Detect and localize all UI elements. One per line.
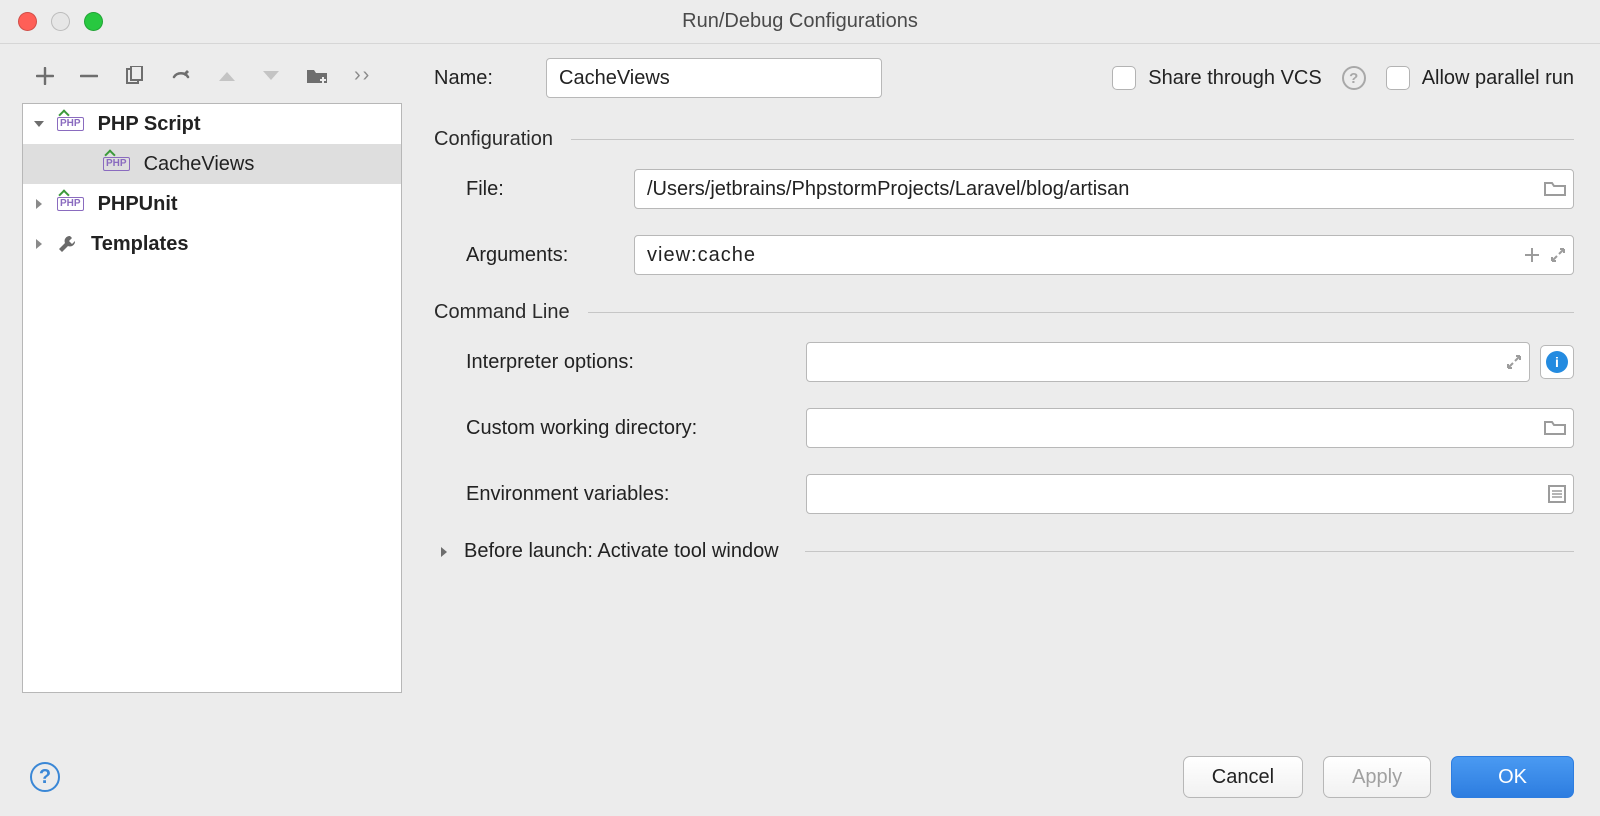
php-icon: PHP (103, 157, 130, 171)
before-launch-label[interactable]: Before launch: Activate tool window (464, 540, 779, 563)
divider (588, 312, 1574, 313)
file-input[interactable] (634, 169, 1574, 209)
name-input[interactable] (546, 58, 882, 98)
file-label: File: (466, 178, 634, 201)
edit-icon[interactable] (170, 65, 192, 87)
wrench-icon (57, 234, 77, 254)
chevron-right-icon[interactable] (438, 546, 450, 558)
help-icon[interactable]: ? (1342, 66, 1366, 90)
info-icon: i (1546, 351, 1568, 373)
move-up-icon (218, 69, 236, 83)
divider (571, 139, 1574, 140)
sidebar: ›› PHP PHP Script PHP CacheViews PHP (0, 44, 414, 704)
copy-icon[interactable] (124, 66, 144, 86)
form-panel: Name: Share through VCS ? Allow parallel… (414, 44, 1600, 704)
folder-icon[interactable] (306, 67, 328, 85)
section-header: Configuration (434, 128, 553, 151)
more-icon[interactable]: ›› (354, 64, 371, 87)
ok-button[interactable]: OK (1451, 756, 1574, 798)
command-line-section: Command Line (434, 301, 1574, 324)
chevron-right-icon[interactable] (33, 198, 47, 210)
window-title: Run/Debug Configurations (0, 10, 1600, 33)
checkbox-icon (1386, 66, 1410, 90)
section-header: Command Line (434, 301, 570, 324)
close-window-icon[interactable] (18, 12, 37, 31)
arguments-label: Arguments: (466, 244, 634, 267)
browse-folder-icon[interactable] (1544, 419, 1566, 437)
parallel-run-label: Allow parallel run (1422, 67, 1574, 90)
tree-node-php-script[interactable]: PHP PHP Script (23, 104, 401, 144)
add-icon[interactable] (36, 67, 54, 85)
interpreter-options-label: Interpreter options: (466, 351, 806, 374)
dialog-footer: ? Cancel Apply OK (0, 756, 1600, 798)
move-down-icon (262, 69, 280, 83)
env-input[interactable] (806, 474, 1574, 514)
remove-icon[interactable] (80, 67, 98, 85)
tree-node-cacheviews[interactable]: PHP CacheViews (23, 144, 401, 184)
expand-icon[interactable] (1506, 354, 1522, 370)
zoom-window-icon[interactable] (84, 12, 103, 31)
cwd-label: Custom working directory: (466, 417, 806, 440)
configurations-tree[interactable]: PHP PHP Script PHP CacheViews PHP PHPUni… (22, 103, 402, 693)
window-controls (18, 12, 103, 31)
parallel-run-checkbox[interactable]: Allow parallel run (1386, 66, 1574, 90)
configuration-section: Configuration (434, 128, 1574, 151)
divider (805, 551, 1574, 552)
browse-folder-icon[interactable] (1544, 180, 1566, 198)
tree-label: Templates (91, 233, 188, 256)
apply-button: Apply (1323, 756, 1431, 798)
list-icon[interactable] (1548, 485, 1566, 503)
interpreter-options-input[interactable] (806, 342, 1530, 382)
chevron-down-icon[interactable] (33, 118, 47, 130)
cancel-button[interactable]: Cancel (1183, 756, 1303, 798)
tree-label: CacheViews (144, 153, 255, 176)
env-label: Environment variables: (466, 483, 806, 506)
cwd-input[interactable] (806, 408, 1574, 448)
tree-node-templates[interactable]: Templates (23, 224, 401, 264)
minimize-window-icon (51, 12, 70, 31)
sidebar-toolbar: ›› (22, 58, 402, 103)
share-vcs-label: Share through VCS (1148, 67, 1321, 90)
titlebar: Run/Debug Configurations (0, 0, 1600, 44)
tree-label: PHPUnit (98, 193, 178, 216)
chevron-right-icon[interactable] (33, 238, 47, 250)
help-button[interactable]: ? (30, 762, 60, 792)
php-icon: PHP (57, 117, 84, 131)
tree-node-phpunit[interactable]: PHP PHPUnit (23, 184, 401, 224)
share-vcs-checkbox[interactable]: Share through VCS (1112, 66, 1321, 90)
name-label: Name: (434, 67, 530, 90)
checkbox-icon (1112, 66, 1136, 90)
info-button[interactable]: i (1540, 345, 1574, 379)
php-icon: PHP (57, 197, 84, 211)
expand-icon[interactable] (1550, 247, 1566, 263)
tree-label: PHP Script (98, 113, 201, 136)
arguments-input[interactable] (634, 235, 1574, 275)
add-icon[interactable] (1524, 247, 1540, 263)
